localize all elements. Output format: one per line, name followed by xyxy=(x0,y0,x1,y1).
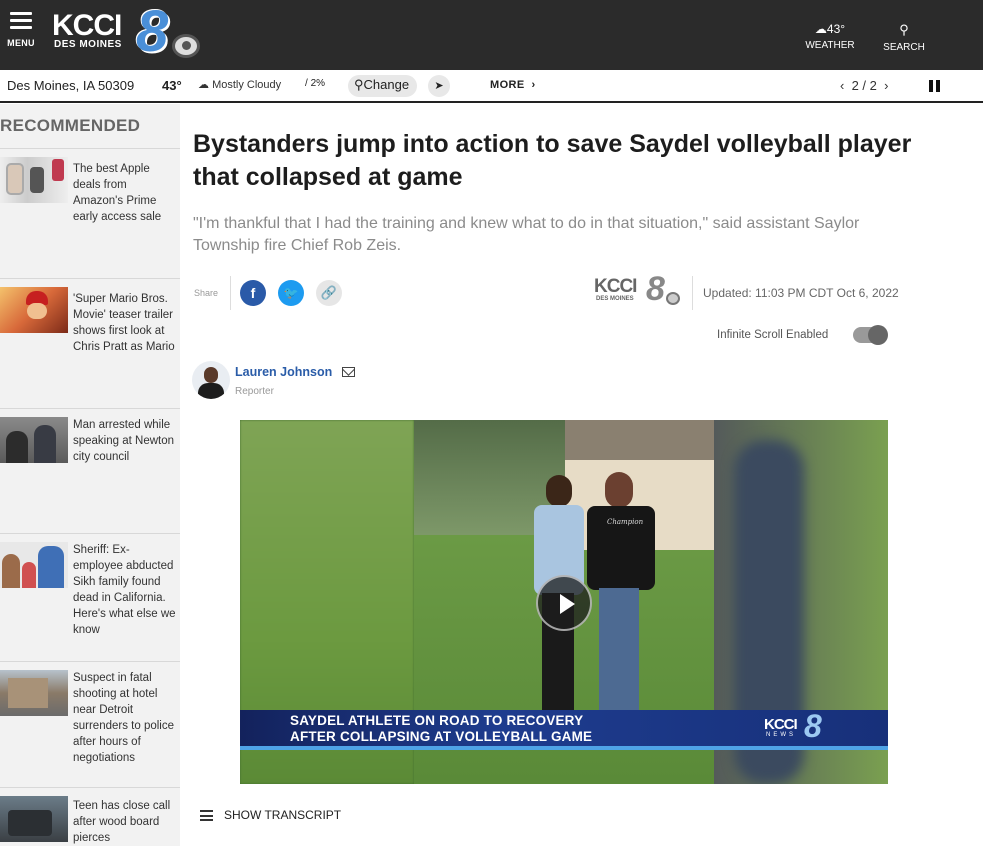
lower-third-line2: AFTER COLLAPSING AT VOLLEYBALL GAME xyxy=(290,729,593,744)
article-headline: Bystanders jump into action to save Sayd… xyxy=(193,130,912,191)
video-logo: KCCI NEWS 8 xyxy=(764,708,834,744)
pause-button[interactable] xyxy=(929,80,941,92)
video-logo-sub: NEWS xyxy=(766,732,796,738)
link-icon: 🔗 xyxy=(320,285,338,300)
location-temp: 43° xyxy=(162,78,182,93)
recommended-title: Teen has close call after wood board pie… xyxy=(73,800,171,844)
recommended-item[interactable]: 'Super Mario Bros. Movie' teaser trailer… xyxy=(0,278,180,408)
author-avatar[interactable] xyxy=(192,361,230,399)
search-button[interactable]: ⚲ SEARCH xyxy=(878,22,930,53)
recommended-item[interactable]: Sheriff: Ex-employee abducted Sikh famil… xyxy=(0,533,180,661)
divider xyxy=(230,276,231,310)
change-location-button[interactable]: ⚲Change xyxy=(348,75,418,97)
twitter-share-button[interactable]: 🐦 xyxy=(278,280,304,306)
recommended-item[interactable]: The best Apple deals from Amazon's Prime… xyxy=(0,148,180,278)
precip-chance: / 2% xyxy=(305,78,326,89)
search-icon: ⚲ xyxy=(899,22,909,37)
play-button[interactable] xyxy=(536,575,592,631)
recommended-item[interactable]: Suspect in fatal shooting at hotel near … xyxy=(0,661,180,787)
thumbnail-image xyxy=(0,542,68,588)
logo-subtext: DES MOINES xyxy=(54,39,122,50)
envelope-icon[interactable] xyxy=(342,367,355,377)
video-logo-channel: 8 xyxy=(804,708,822,744)
hamburger-icon xyxy=(10,12,32,29)
search-label: SEARCH xyxy=(883,42,925,53)
more-button[interactable]: MORE › xyxy=(490,79,536,91)
lower-third-stripe xyxy=(240,746,888,750)
recommended-item[interactable]: Man arrested while speaking at Newton ci… xyxy=(0,408,180,533)
source-logo-text: KCCI xyxy=(594,276,637,297)
divider xyxy=(692,276,693,310)
cbs-eye-icon xyxy=(172,34,200,58)
list-icon xyxy=(200,810,213,824)
video-lower-third: SAYDEL ATHLETE ON ROAD TO RECOVERY AFTER… xyxy=(240,708,888,750)
recommended-sidebar: RECOMMENDED The best Apple deals from Am… xyxy=(0,104,180,846)
recommended-title: 'Super Mario Bros. Movie' teaser trailer… xyxy=(73,293,175,353)
menu-button[interactable]: MENU xyxy=(6,12,36,51)
cbs-eye-icon xyxy=(666,292,680,305)
chevron-right-icon: › xyxy=(524,79,536,91)
updated-timestamp: Updated: 11:03 PM CDT Oct 6, 2022 xyxy=(703,286,899,300)
facebook-share-button[interactable]: f xyxy=(240,280,266,306)
location-bar: Des Moines, IA 50309 43° ☁ Mostly Cloudy… xyxy=(0,70,983,103)
logo-text: KCCI xyxy=(52,9,122,42)
thumbnail-image xyxy=(0,670,68,716)
locate-me-button[interactable]: ➤ xyxy=(428,75,450,97)
weather-label: WEATHER xyxy=(805,40,855,51)
weather-temp: 43° xyxy=(826,22,846,36)
chevron-right-icon[interactable]: › xyxy=(877,78,888,93)
copy-link-button[interactable]: 🔗 xyxy=(316,280,342,306)
author-role: Reporter xyxy=(235,386,274,397)
arrow-icon: ➤ xyxy=(434,80,444,92)
toggle-knob xyxy=(868,325,888,345)
menu-label: MENU xyxy=(7,38,35,48)
lower-third-text: SAYDEL ATHLETE ON ROAD TO RECOVERY AFTER… xyxy=(290,713,592,745)
site-logo[interactable]: KCCI DES MOINES 8 xyxy=(52,2,202,62)
partly-cloudy-icon: ☁ xyxy=(198,79,213,91)
thumbnail-image xyxy=(0,796,68,842)
source-logo: KCCI DES MOINES 8 xyxy=(594,270,686,308)
recommended-title: Suspect in fatal shooting at hotel near … xyxy=(73,672,174,764)
infinite-scroll-label: Infinite Scroll Enabled xyxy=(717,329,829,341)
video-background-roof xyxy=(565,420,715,460)
site-header: MENU KCCI DES MOINES 8 ☁43° WEATHER ⚲ SE… xyxy=(0,0,983,70)
author-name-link[interactable]: Lauren Johnson xyxy=(235,365,332,379)
source-logo-subtext: DES MOINES xyxy=(596,296,634,302)
shirt-text: Champion xyxy=(607,518,644,526)
article-subhead: "I'm thankful that I had the training an… xyxy=(193,215,860,254)
recommended-title: Sheriff: Ex-employee abducted Sikh famil… xyxy=(73,544,176,636)
chevron-left-icon[interactable]: ‹ xyxy=(840,78,852,93)
transcript-label: SHOW TRANSCRIPT xyxy=(224,808,342,822)
location-city: Des Moines, IA 50309 xyxy=(7,78,135,93)
recommended-item[interactable]: Teen has close call after wood board pie… xyxy=(0,787,180,846)
lower-third-line1: SAYDEL ATHLETE ON ROAD TO RECOVERY xyxy=(290,713,584,728)
logo-channel: 8 xyxy=(136,0,169,64)
share-label: Share xyxy=(194,288,219,298)
partly-cloudy-icon: ☁ xyxy=(814,22,827,36)
pin-icon: ⚲ xyxy=(354,77,364,92)
ticker-pager[interactable]: ‹ 2 / 2 › xyxy=(840,78,888,93)
recommended-title: The best Apple deals from Amazon's Prime… xyxy=(73,163,162,223)
video-logo-text: KCCI xyxy=(764,716,798,733)
source-logo-channel: 8 xyxy=(646,270,665,308)
weather-condition: ☁ Mostly Cloudy xyxy=(198,79,282,91)
weather-button[interactable]: ☁43° WEATHER xyxy=(800,22,860,51)
video-person-right: Champion xyxy=(585,472,657,717)
sidebar-heading: RECOMMENDED xyxy=(0,116,141,135)
thumbnail-image xyxy=(0,417,68,463)
twitter-icon: 🐦 xyxy=(283,286,299,300)
infinite-scroll-toggle[interactable] xyxy=(853,325,888,345)
thumbnail-image xyxy=(0,287,68,333)
thumbnail-image xyxy=(0,157,68,203)
facebook-icon: f xyxy=(250,285,256,301)
recommended-title: Man arrested while speaking at Newton ci… xyxy=(73,419,175,463)
video-player[interactable]: Champion SAYDEL ATHLETE ON ROAD TO RECOV… xyxy=(240,420,888,784)
